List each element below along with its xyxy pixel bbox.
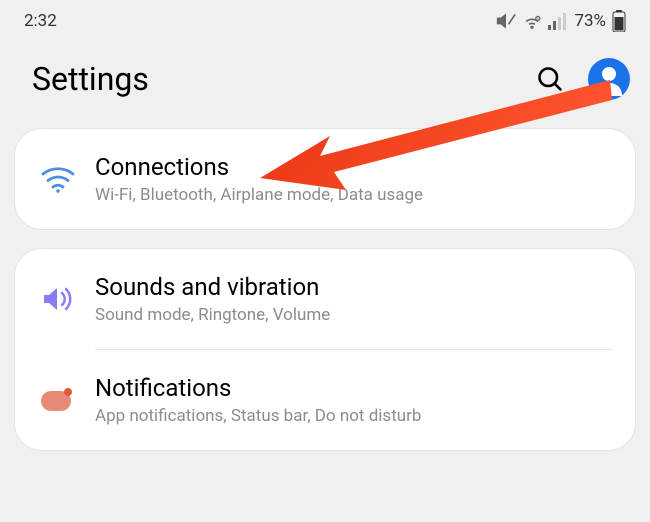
profile-button[interactable] — [588, 58, 630, 100]
speaker-icon — [41, 285, 87, 313]
search-icon — [536, 65, 564, 93]
wifi-icon — [522, 11, 542, 31]
row-title: Connections — [95, 153, 613, 181]
person-icon — [588, 58, 630, 100]
page-title: Settings — [32, 60, 149, 98]
mute-icon — [496, 11, 516, 31]
status-icons: 73% — [496, 10, 626, 32]
row-connections[interactable]: Connections Wi-Fi, Bluetooth, Airplane m… — [15, 129, 635, 229]
row-title: Notifications — [95, 374, 613, 402]
avatar — [588, 58, 630, 100]
row-notifications[interactable]: Notifications App notifications, Status … — [15, 350, 635, 450]
wifi-icon — [41, 165, 87, 193]
status-time: 2:32 — [24, 11, 57, 31]
row-subtitle: Sound mode, Ringtone, Volume — [95, 305, 613, 325]
battery-icon — [612, 10, 626, 32]
card-connections: Connections Wi-Fi, Bluetooth, Airplane m… — [14, 128, 636, 230]
battery-percent: 73% — [574, 11, 606, 31]
row-subtitle: Wi-Fi, Bluetooth, Airplane mode, Data us… — [95, 185, 613, 205]
row-sounds[interactable]: Sounds and vibration Sound mode, Rington… — [15, 249, 635, 349]
status-bar: 2:32 73% — [0, 0, 650, 40]
row-subtitle: App notifications, Status bar, Do not di… — [95, 406, 613, 426]
notifications-icon — [41, 388, 87, 412]
row-title: Sounds and vibration — [95, 273, 613, 301]
settings-header: Settings — [0, 40, 650, 128]
card-sounds-notifs: Sounds and vibration Sound mode, Rington… — [14, 248, 636, 451]
search-button[interactable] — [536, 65, 564, 93]
signal-icon — [548, 12, 568, 30]
